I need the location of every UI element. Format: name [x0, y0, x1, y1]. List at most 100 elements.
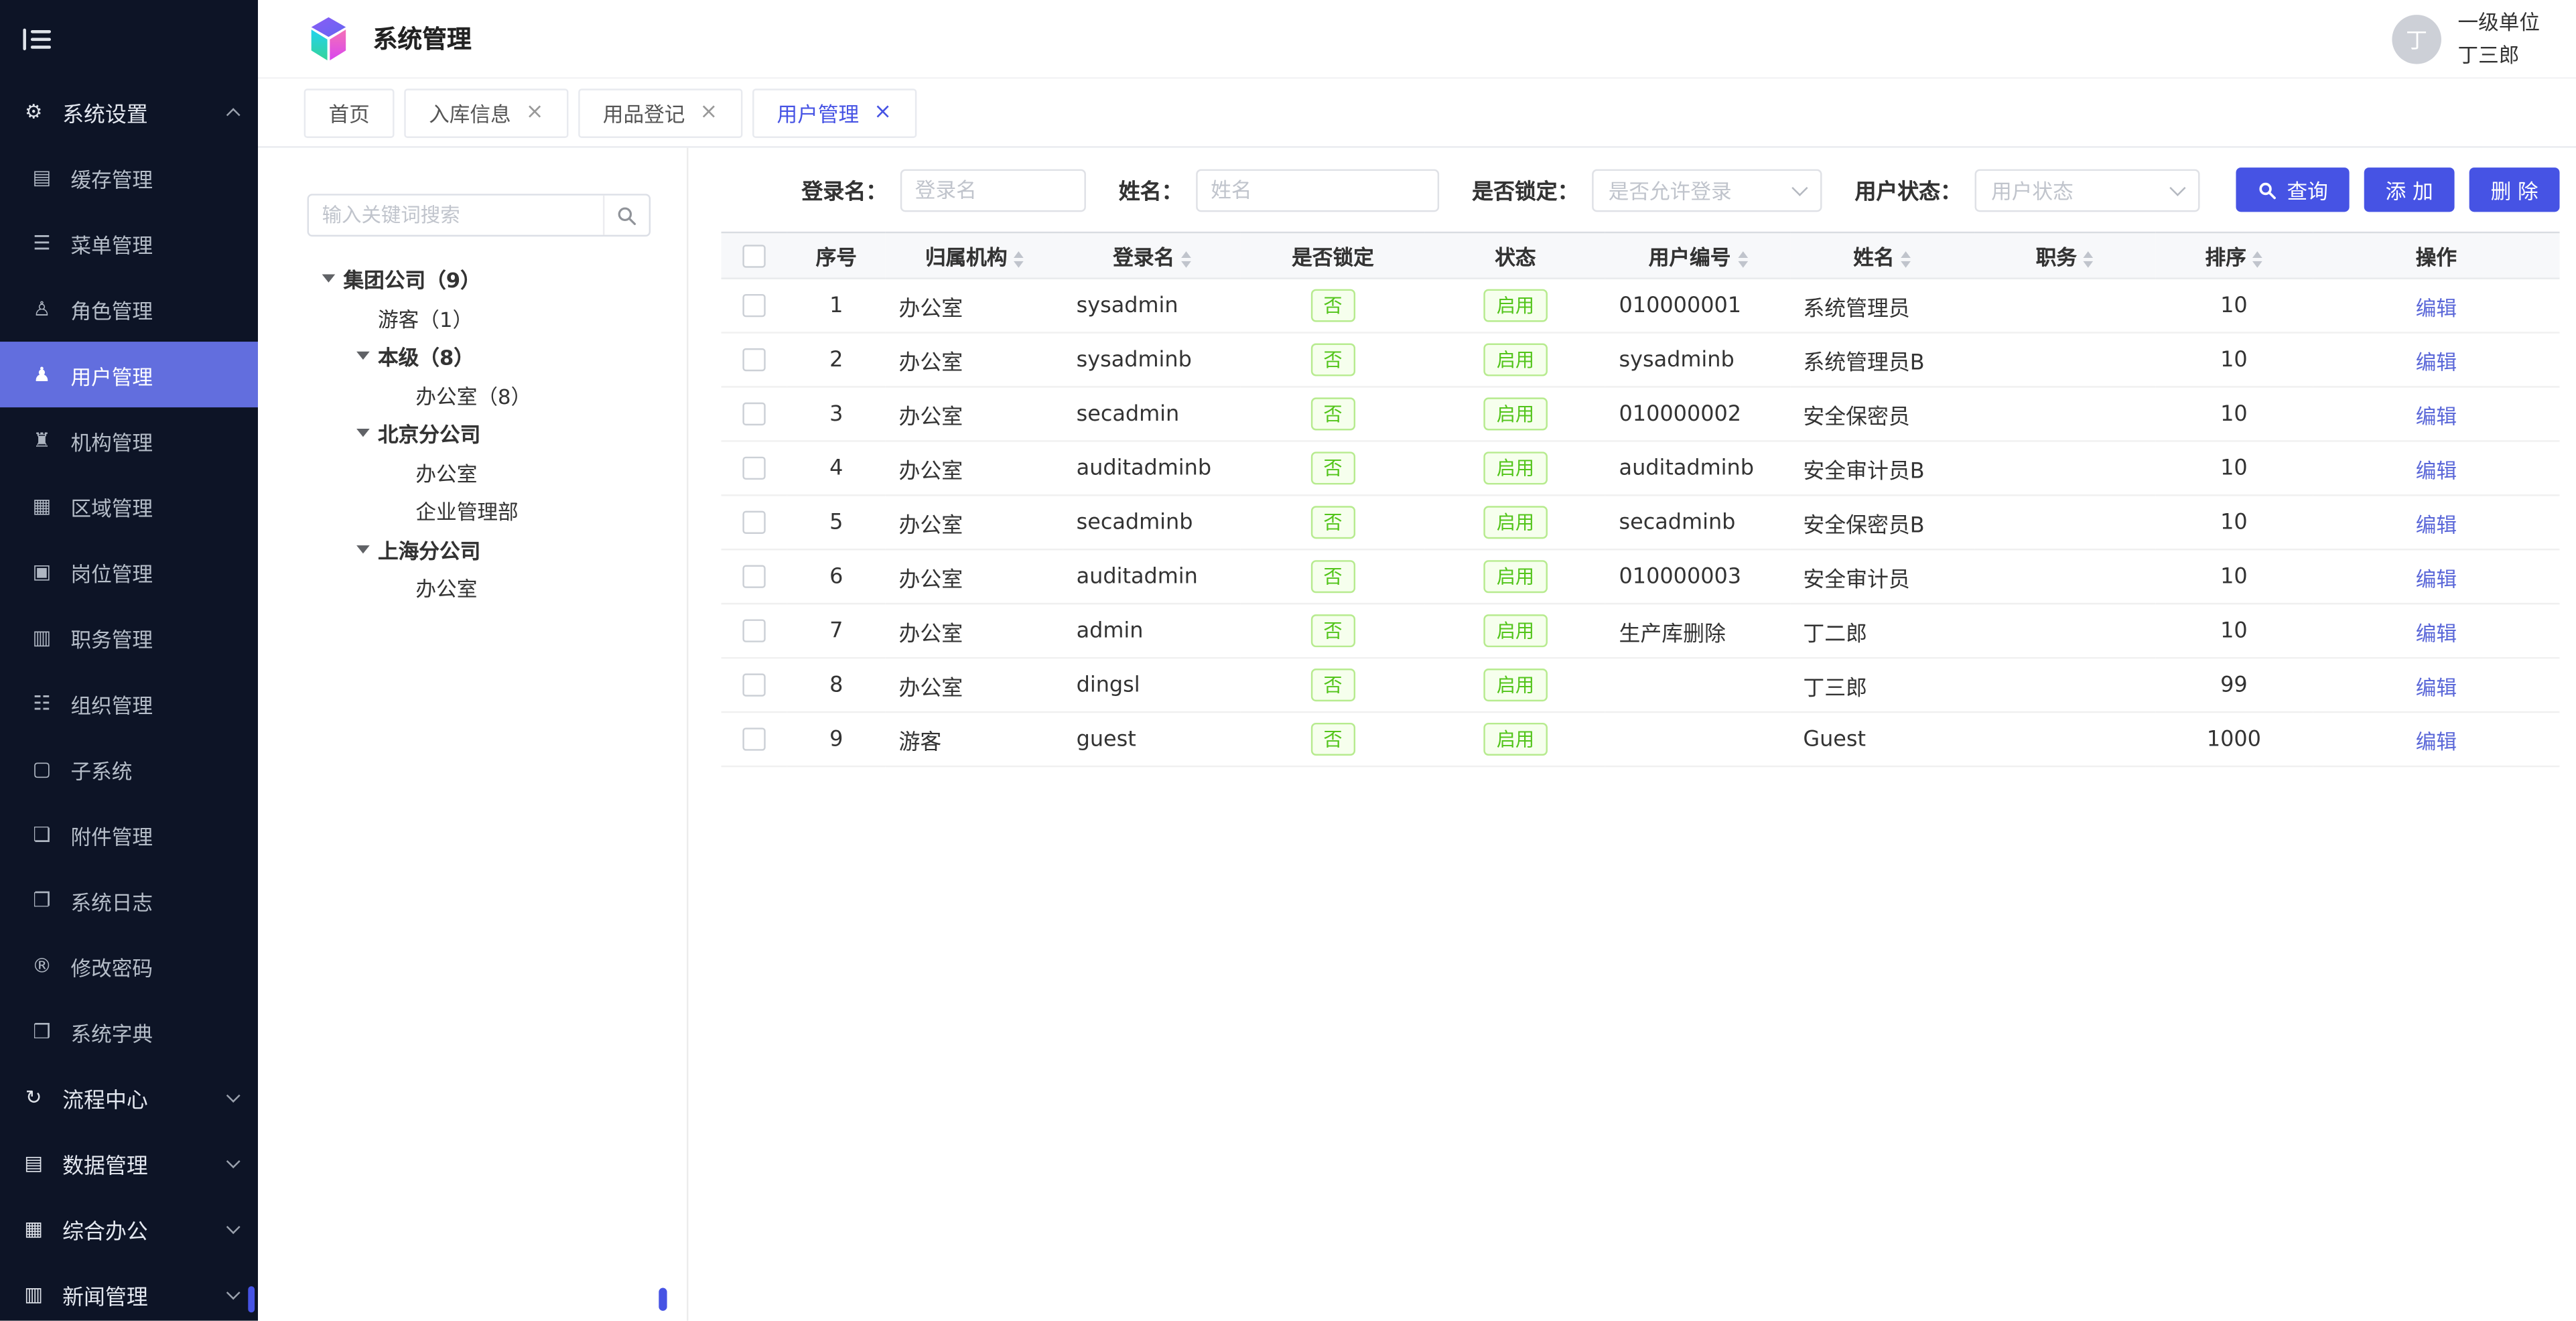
cell-name: 系统管理员B — [1790, 333, 1974, 387]
sidebar-group-system-settings[interactable]: ⚙系统设置 — [0, 79, 258, 145]
sidebar-item-system-log[interactable]: ❐系统日志 — [0, 867, 258, 933]
edit-link[interactable]: 编辑 — [2416, 675, 2457, 699]
column-header-user_no[interactable]: 用户编号 — [1606, 232, 1790, 279]
table-row: 2办公室sysadminb否启用sysadminb系统管理员B10编辑 — [722, 333, 2560, 387]
tree-node-guest[interactable]: 游客（1） — [308, 298, 651, 337]
tab-inbound-info[interactable]: 入库信息× — [404, 88, 568, 137]
sidebar-item-system-dictionary[interactable]: ❒系统字典 — [0, 999, 258, 1064]
edit-link[interactable]: 编辑 — [2416, 566, 2457, 591]
sidebar-item-role-management[interactable]: ♙角色管理 — [0, 276, 258, 342]
row-checkbox[interactable] — [742, 348, 765, 371]
sidebar-group-data-management[interactable]: ▤数据管理 — [0, 1130, 258, 1196]
sidebar-item-label: 系统日志 — [70, 885, 153, 916]
edit-link[interactable]: 编辑 — [2416, 295, 2457, 320]
page-title: 系统管理 — [373, 21, 472, 56]
status-filter-select[interactable]: 用户状态 — [1975, 168, 2200, 211]
tree-node-beijing-branch[interactable]: 北京分公司 — [308, 414, 651, 453]
sidebar-item-post-management[interactable]: ▣岗位管理 — [0, 539, 258, 604]
content-area: 集团公司（9）游客（1）本级（8）办公室（8）北京分公司办公室企业管理部上海分公… — [258, 148, 2576, 1321]
edit-link[interactable]: 编辑 — [2416, 458, 2457, 482]
sidebar-group-process-center[interactable]: ↻流程中心 — [0, 1064, 258, 1130]
row-checkbox[interactable] — [742, 511, 765, 534]
org-tree-panel: 集团公司（9）游客（1）本级（8）办公室（8）北京分公司办公室企业管理部上海分公… — [258, 148, 688, 1321]
sort-icon[interactable] — [1014, 251, 1024, 267]
lock-filter-select[interactable]: 是否允许登录 — [1592, 168, 1822, 211]
column-header-status[interactable]: 状态 — [1425, 232, 1606, 279]
current-user-name[interactable]: 丁三郎 — [2457, 39, 2540, 72]
cell-duty — [1974, 495, 2155, 549]
login-filter-label: 登录名： — [802, 174, 888, 206]
column-header-action[interactable]: 操作 — [2313, 232, 2559, 279]
edit-link[interactable]: 编辑 — [2416, 403, 2457, 428]
row-checkbox[interactable] — [742, 457, 765, 480]
user-avatar[interactable]: 丁 — [2392, 14, 2441, 64]
query-button[interactable]: 查询 — [2236, 167, 2349, 212]
close-icon[interactable]: × — [700, 100, 718, 125]
sidebar-scrollbar-thumb[interactable] — [248, 1286, 255, 1312]
row-checkbox[interactable] — [742, 294, 765, 317]
search-icon — [616, 204, 638, 226]
tree-node-shanghai-branch[interactable]: 上海分公司 — [308, 530, 651, 569]
row-checkbox[interactable] — [742, 727, 765, 750]
action-buttons: 查询 添 加 删 除 — [2236, 167, 2559, 212]
add-button[interactable]: 添 加 — [2364, 167, 2455, 212]
edit-link[interactable]: 编辑 — [2416, 349, 2457, 374]
edit-link[interactable]: 编辑 — [2416, 620, 2457, 645]
tree-search-button[interactable] — [603, 196, 649, 235]
sort-icon[interactable] — [1901, 251, 1911, 267]
tree-scrollbar-thumb[interactable] — [659, 1288, 667, 1311]
column-header-name[interactable]: 姓名 — [1790, 232, 1974, 279]
sort-icon[interactable] — [2253, 251, 2263, 267]
login-filter-input[interactable] — [900, 168, 1086, 211]
select-all-checkbox[interactable] — [742, 245, 765, 268]
sidebar-item-subsystem[interactable]: ▢子系统 — [0, 736, 258, 802]
sidebar-item-organization-management[interactable]: ♜机构管理 — [0, 407, 258, 473]
sort-icon[interactable] — [1181, 251, 1191, 267]
sidebar-item-user-management[interactable]: ♟用户管理 — [0, 342, 258, 407]
close-icon[interactable]: × — [526, 100, 544, 125]
sort-icon[interactable] — [1737, 251, 1747, 267]
tab-user-management[interactable]: 用户管理× — [752, 88, 917, 137]
cell-login: admin — [1063, 604, 1241, 658]
row-checkbox[interactable] — [742, 673, 765, 696]
name-filter-input[interactable] — [1196, 168, 1439, 211]
sidebar-item-attachment-management[interactable]: ❏附件管理 — [0, 802, 258, 867]
delete-button[interactable]: 删 除 — [2469, 167, 2560, 212]
tree-node-group-company[interactable]: 集团公司（9） — [308, 259, 651, 298]
sidebar-item-group-management[interactable]: ☷组织管理 — [0, 670, 258, 736]
column-header-locked[interactable]: 是否锁定 — [1241, 232, 1425, 279]
sidebar-item-region-management[interactable]: ▦区域管理 — [0, 473, 258, 539]
sidebar-group-general-office[interactable]: ▦综合办公 — [0, 1196, 258, 1261]
column-header-no[interactable]: 序号 — [787, 232, 886, 279]
column-header-login[interactable]: 登录名 — [1063, 232, 1241, 279]
row-checkbox[interactable] — [742, 619, 765, 642]
tree-node-enterprise-dept[interactable]: 企业管理部 — [308, 491, 651, 530]
row-checkbox[interactable] — [742, 565, 765, 588]
tab-home[interactable]: 首页 — [304, 88, 395, 137]
column-header-duty[interactable]: 职务 — [1974, 232, 2155, 279]
column-header-sort[interactable]: 排序 — [2155, 232, 2313, 279]
sidebar-item-change-password[interactable]: ®修改密码 — [0, 933, 258, 999]
password-icon: ® — [26, 955, 58, 977]
sidebar-group-news-management[interactable]: ▥新闻管理 — [0, 1261, 258, 1320]
sidebar-item-menu-management[interactable]: ☰菜单管理 — [0, 210, 258, 276]
sidebar-item-cache-management[interactable]: ▤缓存管理 — [0, 145, 258, 210]
sidebar-item-duty-management[interactable]: ▥职务管理 — [0, 604, 258, 670]
edit-link[interactable]: 编辑 — [2416, 729, 2457, 754]
tree-search-input[interactable] — [309, 196, 603, 235]
sort-icon[interactable] — [2084, 251, 2094, 267]
column-header-org[interactable]: 归属机构 — [886, 232, 1063, 279]
edit-link[interactable]: 编辑 — [2416, 512, 2457, 537]
cell-user_no: 010000002 — [1606, 387, 1790, 441]
tab-supplies-registration[interactable]: 用品登记× — [578, 88, 742, 137]
tree-node-local-level[interactable]: 本级（8） — [308, 337, 651, 376]
collapse-menu-icon[interactable] — [23, 28, 51, 51]
row-checkbox[interactable] — [742, 403, 765, 425]
tree-node-beijing-office[interactable]: 办公室 — [308, 453, 651, 492]
user-info-block: 一级单位 丁三郎 — [2457, 6, 2540, 72]
close-icon[interactable]: × — [874, 100, 892, 125]
status-badge: 否 — [1310, 342, 1355, 376]
cell-name: 安全审计员B — [1790, 441, 1974, 495]
tree-node-local-office[interactable]: 办公室（8） — [308, 375, 651, 414]
tree-node-shanghai-office[interactable]: 办公室 — [308, 568, 651, 607]
